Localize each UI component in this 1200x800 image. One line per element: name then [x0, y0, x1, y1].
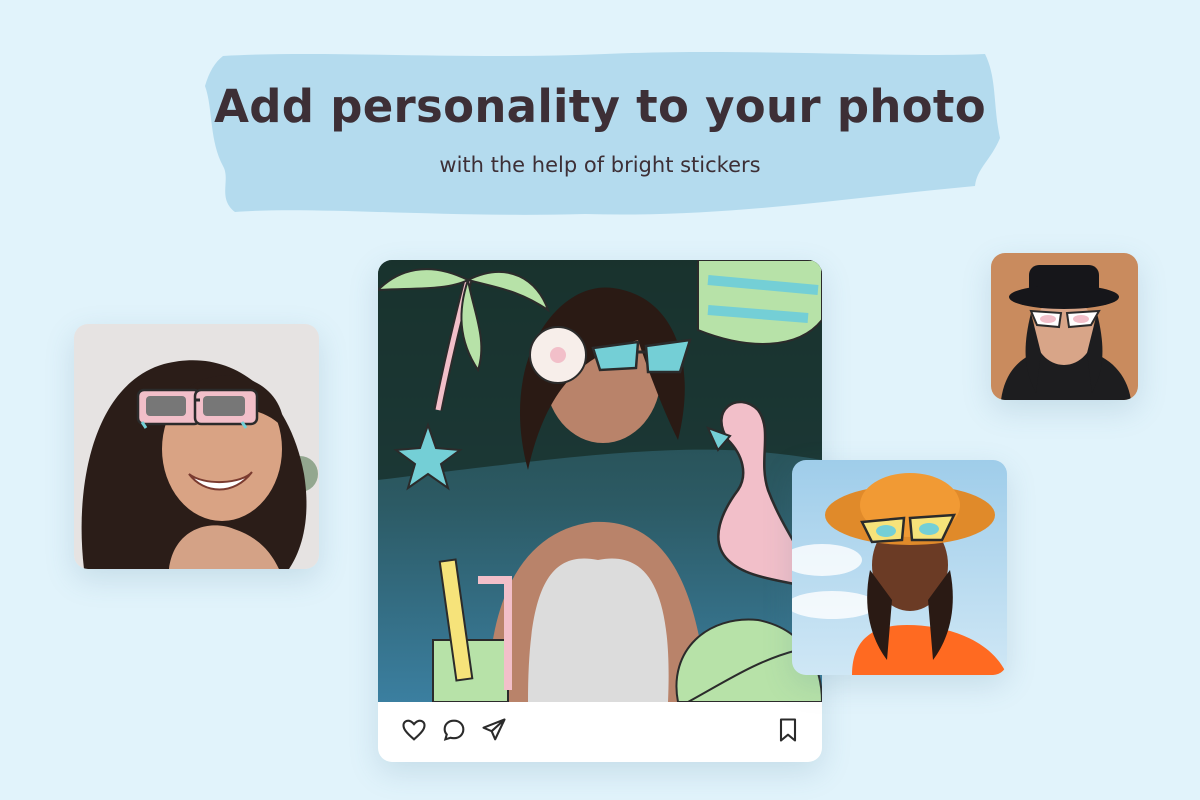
bookmark-icon[interactable] — [774, 716, 802, 744]
headline: Add personality to your photo — [214, 80, 986, 133]
subheadline: with the help of bright stickers — [439, 153, 761, 177]
woman-with-orange-hat-photo — [792, 460, 1007, 675]
heart-icon[interactable] — [400, 716, 428, 744]
post-action-bar — [378, 702, 822, 762]
striped-umbrella-sticker — [697, 260, 822, 345]
hibiscus-sticker — [529, 326, 587, 384]
pink-sunglasses-sticker — [136, 388, 259, 429]
woman-with-black-hat-photo — [991, 253, 1138, 400]
woman-with-pink-sunglasses-photo — [74, 324, 319, 569]
comment-icon[interactable] — [440, 716, 468, 744]
send-icon[interactable] — [480, 716, 508, 744]
post-card — [378, 260, 822, 762]
post-photo — [378, 260, 822, 702]
banner-brush-background — [205, 52, 1000, 215]
